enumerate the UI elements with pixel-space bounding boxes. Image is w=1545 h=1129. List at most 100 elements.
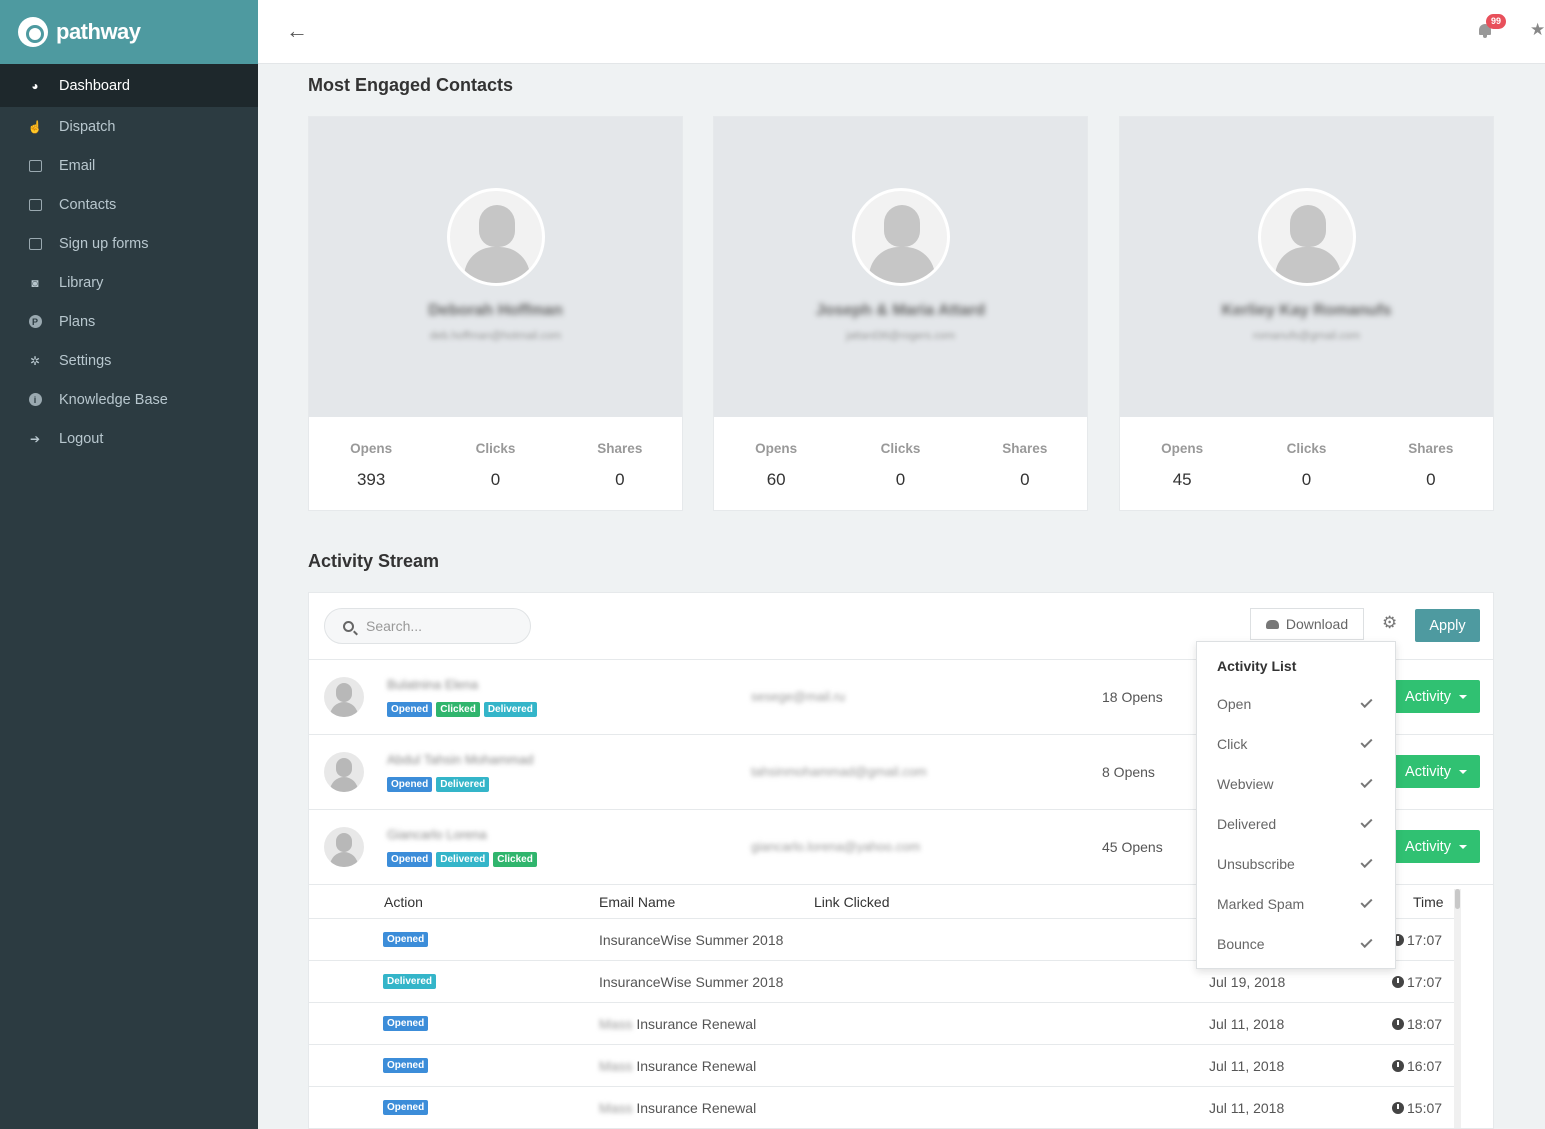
dropdown-item-unsubscribe[interactable]: Unsubscribe: [1197, 844, 1395, 884]
avatar[interactable]: [447, 188, 545, 286]
clock-icon: [1392, 1060, 1404, 1072]
back-arrow-icon[interactable]: ←: [286, 20, 308, 42]
sidebar-item-settings[interactable]: ✲ Settings: [0, 341, 258, 380]
search-icon: [343, 620, 354, 632]
dropdown-item-bounce[interactable]: Bounce: [1197, 924, 1395, 964]
search-input[interactable]: Search...: [324, 608, 531, 644]
stat-label-shares: Shares: [1408, 441, 1454, 456]
status-badge-opened: Opened: [383, 1058, 429, 1073]
opens-count: 45 Opens: [1102, 839, 1163, 855]
activity-button[interactable]: Activity: [1392, 755, 1480, 788]
avatar[interactable]: [852, 188, 950, 286]
form-icon: [28, 237, 42, 251]
contact-card: Deborah Hoffman deb.hoffman@hotmail.com …: [308, 116, 683, 511]
checkmark-icon: [1360, 895, 1373, 909]
sidebar-item-dashboard[interactable]: ◕ Dashboard: [0, 64, 258, 107]
brand[interactable]: pathway: [0, 0, 258, 64]
dropdown-item-click[interactable]: Click: [1197, 724, 1395, 764]
sidebar-item-plans[interactable]: P Plans: [0, 302, 258, 341]
stat-value-clicks: 0: [895, 470, 906, 489]
download-button[interactable]: Download: [1250, 608, 1364, 640]
avatar[interactable]: [324, 752, 364, 792]
logout-icon: ➔: [29, 431, 41, 446]
status-badge-clicked: Clicked: [436, 702, 480, 717]
dropdown-title: Activity List: [1217, 658, 1297, 674]
avatar[interactable]: [1258, 188, 1356, 286]
opens-count: 8 Opens: [1102, 764, 1155, 780]
stat-label-opens: Opens: [1161, 441, 1204, 456]
stat-label-shares: Shares: [597, 441, 643, 456]
stat-label-shares: Shares: [1002, 441, 1048, 456]
sidebar-item-signup-forms[interactable]: Sign up forms: [0, 224, 258, 263]
column-header-link-clicked: Link Clicked: [814, 894, 890, 910]
column-header-email-name: Email Name: [599, 894, 676, 910]
time-cell: 15:07: [1392, 1100, 1442, 1116]
status-badge-delivered: Delivered: [383, 974, 437, 989]
contact-email: romanufs@gmail.com: [1252, 330, 1361, 342]
stat-label-clicks: Clicks: [1286, 441, 1327, 456]
date-cell: Jul 11, 2018: [1209, 1058, 1285, 1074]
sidebar-item-contacts[interactable]: Contacts: [0, 185, 258, 224]
email-name: Mass Insurance Renewal: [599, 1016, 757, 1032]
sidebar-item-dispatch[interactable]: ☝ Dispatch: [0, 107, 258, 146]
contact-card: Kerliey Kay Romanufs romanufs@gmail.com …: [1119, 116, 1494, 511]
status-badge-opened: Opened: [387, 852, 433, 867]
gear-icon[interactable]: ⚙: [1382, 613, 1397, 633]
email-name: InsuranceWise Summer 2018: [599, 974, 784, 990]
contact-email: tahsinmohammad@gmail.com: [751, 764, 927, 779]
clock-icon: [1392, 1102, 1404, 1114]
search-placeholder: Search...: [366, 618, 423, 634]
sidebar-item-label: Email: [59, 157, 96, 174]
camera-icon: ◙: [31, 275, 39, 290]
sidebar-item-library[interactable]: ◙ Library: [0, 263, 258, 302]
cloud-download-icon: [1265, 619, 1279, 629]
stat-value-opens: 60: [766, 470, 786, 489]
activity-button-label: Activity: [1405, 763, 1451, 780]
caret-down-icon: [1458, 769, 1467, 774]
avatar[interactable]: [324, 677, 364, 717]
caret-down-icon: [1458, 694, 1467, 699]
dropdown-item-open[interactable]: Open: [1197, 684, 1395, 724]
avatar[interactable]: [324, 827, 364, 867]
dropdown-item-webview[interactable]: Webview: [1197, 764, 1395, 804]
sidebar-nav: ◕ Dashboard ☝ Dispatch Email Contacts Si…: [0, 64, 258, 458]
sidebar-item-knowledge-base[interactable]: i Knowledge Base: [0, 380, 258, 419]
stat-value-clicks: 0: [1301, 470, 1312, 489]
date-cell: Jul 11, 2018: [1209, 1016, 1285, 1032]
sidebar-item-logout[interactable]: ➔ Logout: [0, 419, 258, 458]
scrollbar[interactable]: [1454, 889, 1461, 1128]
activity-button[interactable]: Activity: [1392, 830, 1480, 863]
sidebar-item-label: Dashboard: [59, 77, 130, 94]
brand-name: pathway: [56, 19, 141, 44]
contact-name: Kerliey Kay Romanufs: [1221, 302, 1392, 319]
sidebar-item-label: Settings: [59, 352, 112, 369]
sidebar-item-label: Dispatch: [59, 118, 116, 135]
status-badge-delivered: Delivered: [436, 777, 490, 792]
star-icon[interactable]: ★: [1530, 20, 1545, 40]
stat-value-shares: 0: [615, 470, 625, 489]
sidebar-item-email[interactable]: Email: [0, 146, 258, 185]
contact-email: jattard36@rogers.com: [846, 330, 955, 342]
clock-icon: [1392, 976, 1404, 988]
email-name: Mass Insurance Renewal: [599, 1058, 757, 1074]
stat-value-shares: 0: [1426, 470, 1436, 489]
section-title-activity: Activity Stream: [308, 551, 440, 571]
contact-name: Giancarlo Lorena: [387, 827, 487, 842]
opens-count: 18 Opens: [1102, 689, 1163, 705]
table-row: Opened Mass Insurance Renewal Jul 11, 20…: [309, 1045, 1454, 1087]
stat-label-clicks: Clicks: [880, 441, 921, 456]
caret-down-icon: [1458, 844, 1467, 849]
status-badge-delivered: Delivered: [436, 852, 490, 867]
activity-button[interactable]: Activity: [1392, 680, 1480, 713]
sidebar-item-label: Sign up forms: [59, 235, 149, 252]
time-cell: 17:07: [1392, 932, 1442, 948]
status-badge-opened: Opened: [387, 777, 433, 792]
stat-label-opens: Opens: [350, 441, 393, 456]
checkmark-icon: [1360, 935, 1373, 949]
dropdown-item-marked-spam[interactable]: Marked Spam: [1197, 884, 1395, 924]
sidebar-item-label: Knowledge Base: [59, 391, 168, 408]
email-name: InsuranceWise Summer 2018: [599, 932, 784, 948]
notification-badge: 99: [1486, 14, 1507, 29]
dropdown-item-delivered[interactable]: Delivered: [1197, 804, 1395, 844]
apply-button[interactable]: Apply: [1415, 609, 1480, 642]
